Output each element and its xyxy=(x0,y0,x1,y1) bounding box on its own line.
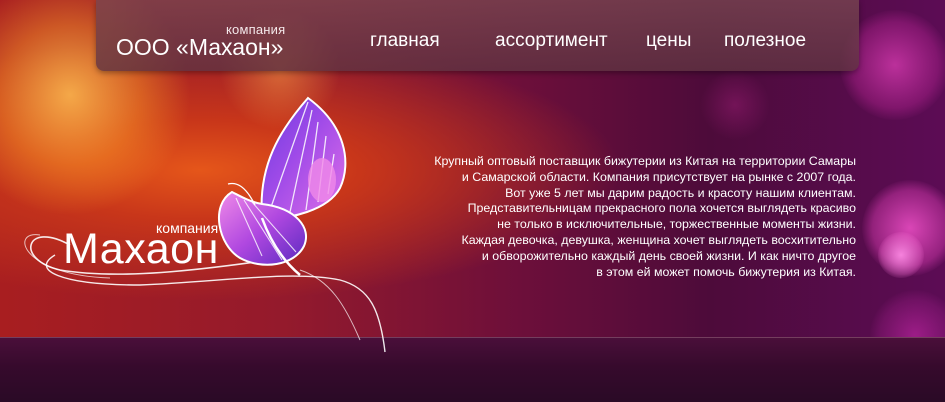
nav-item-home[interactable]: главная xyxy=(370,30,440,52)
description-line: и Самарской области. Компания присутству… xyxy=(461,169,856,184)
site-title[interactable]: ООО «Махаон» xyxy=(116,34,283,61)
nav-item-useful[interactable]: полезное xyxy=(724,30,806,52)
description-line: Каждая девочка, девушка, женщина хочет в… xyxy=(461,232,857,247)
logo-title: Махаон xyxy=(63,225,219,273)
description-line: в этом ей может помочь бижутерия из Кита… xyxy=(596,264,856,279)
description-line: и обворожительно каждый день своей жизни… xyxy=(481,248,856,263)
description-line: не только в исключительные, торжественны… xyxy=(497,217,856,232)
description-line: Вот уже 5 лет мы дарим радость и красоту… xyxy=(505,185,856,200)
description-line: Представительницам прекрасного пола хоче… xyxy=(467,201,856,216)
nav-item-prices[interactable]: цены xyxy=(646,30,691,52)
description-line: Крупный оптовый поставщик бижутерии из К… xyxy=(434,154,856,168)
nav-item-assortment[interactable]: ассортимент xyxy=(495,30,608,52)
company-description: Крупный оптовый поставщик бижутерии из К… xyxy=(360,154,856,280)
